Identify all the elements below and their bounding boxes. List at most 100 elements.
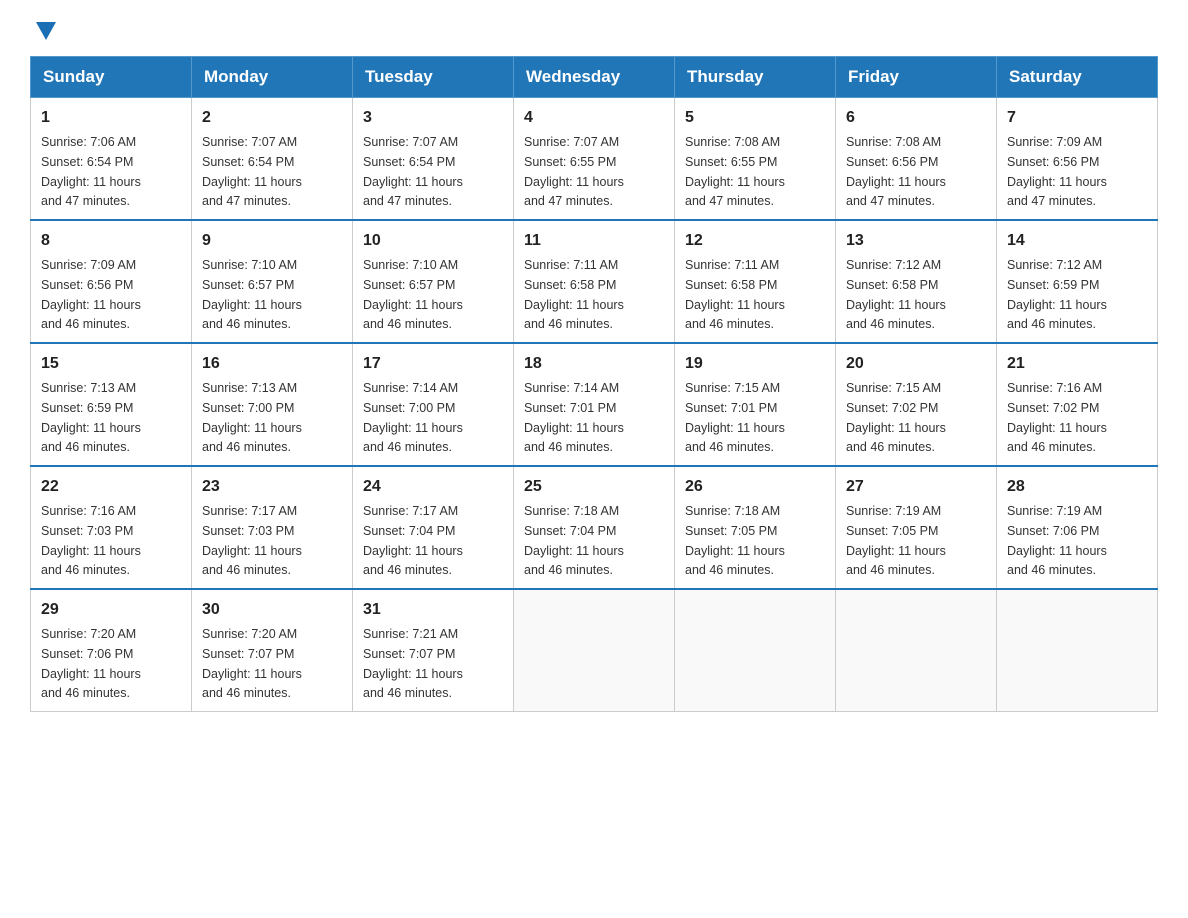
day-number: 17 (363, 352, 503, 376)
day-number: 9 (202, 229, 342, 253)
day-number: 13 (846, 229, 986, 253)
day-info: Sunrise: 7:14 AMSunset: 7:00 PMDaylight:… (363, 381, 463, 454)
calendar-cell: 14 Sunrise: 7:12 AMSunset: 6:59 PMDaylig… (997, 220, 1158, 343)
week-row-3: 15 Sunrise: 7:13 AMSunset: 6:59 PMDaylig… (31, 343, 1158, 466)
calendar-cell (997, 589, 1158, 712)
day-number: 24 (363, 475, 503, 499)
day-number: 15 (41, 352, 181, 376)
calendar-cell: 23 Sunrise: 7:17 AMSunset: 7:03 PMDaylig… (192, 466, 353, 589)
logo-triangle-icon (36, 22, 56, 40)
day-info: Sunrise: 7:12 AMSunset: 6:58 PMDaylight:… (846, 258, 946, 331)
logo (30, 20, 56, 36)
day-number: 5 (685, 106, 825, 130)
col-header-thursday: Thursday (675, 57, 836, 98)
day-number: 3 (363, 106, 503, 130)
day-info: Sunrise: 7:09 AMSunset: 6:56 PMDaylight:… (41, 258, 141, 331)
day-info: Sunrise: 7:19 AMSunset: 7:05 PMDaylight:… (846, 504, 946, 577)
day-number: 16 (202, 352, 342, 376)
col-header-friday: Friday (836, 57, 997, 98)
calendar-cell (836, 589, 997, 712)
day-info: Sunrise: 7:17 AMSunset: 7:04 PMDaylight:… (363, 504, 463, 577)
day-number: 28 (1007, 475, 1147, 499)
day-number: 26 (685, 475, 825, 499)
calendar-cell: 3 Sunrise: 7:07 AMSunset: 6:54 PMDayligh… (353, 98, 514, 221)
calendar-cell: 10 Sunrise: 7:10 AMSunset: 6:57 PMDaylig… (353, 220, 514, 343)
day-info: Sunrise: 7:15 AMSunset: 7:01 PMDaylight:… (685, 381, 785, 454)
day-number: 18 (524, 352, 664, 376)
calendar-cell (514, 589, 675, 712)
calendar-cell: 16 Sunrise: 7:13 AMSunset: 7:00 PMDaylig… (192, 343, 353, 466)
day-info: Sunrise: 7:07 AMSunset: 6:54 PMDaylight:… (363, 135, 463, 208)
day-number: 11 (524, 229, 664, 253)
day-info: Sunrise: 7:18 AMSunset: 7:05 PMDaylight:… (685, 504, 785, 577)
day-info: Sunrise: 7:12 AMSunset: 6:59 PMDaylight:… (1007, 258, 1107, 331)
calendar-cell: 4 Sunrise: 7:07 AMSunset: 6:55 PMDayligh… (514, 98, 675, 221)
calendar-cell: 6 Sunrise: 7:08 AMSunset: 6:56 PMDayligh… (836, 98, 997, 221)
day-info: Sunrise: 7:08 AMSunset: 6:55 PMDaylight:… (685, 135, 785, 208)
calendar-cell: 22 Sunrise: 7:16 AMSunset: 7:03 PMDaylig… (31, 466, 192, 589)
week-row-2: 8 Sunrise: 7:09 AMSunset: 6:56 PMDayligh… (31, 220, 1158, 343)
calendar-cell: 18 Sunrise: 7:14 AMSunset: 7:01 PMDaylig… (514, 343, 675, 466)
day-info: Sunrise: 7:14 AMSunset: 7:01 PMDaylight:… (524, 381, 624, 454)
day-number: 10 (363, 229, 503, 253)
calendar-cell: 21 Sunrise: 7:16 AMSunset: 7:02 PMDaylig… (997, 343, 1158, 466)
calendar-cell: 19 Sunrise: 7:15 AMSunset: 7:01 PMDaylig… (675, 343, 836, 466)
day-info: Sunrise: 7:13 AMSunset: 7:00 PMDaylight:… (202, 381, 302, 454)
calendar-cell: 12 Sunrise: 7:11 AMSunset: 6:58 PMDaylig… (675, 220, 836, 343)
day-info: Sunrise: 7:20 AMSunset: 7:06 PMDaylight:… (41, 627, 141, 700)
day-number: 1 (41, 106, 181, 130)
day-info: Sunrise: 7:20 AMSunset: 7:07 PMDaylight:… (202, 627, 302, 700)
day-info: Sunrise: 7:11 AMSunset: 6:58 PMDaylight:… (524, 258, 624, 331)
day-number: 4 (524, 106, 664, 130)
calendar-cell: 27 Sunrise: 7:19 AMSunset: 7:05 PMDaylig… (836, 466, 997, 589)
day-number: 6 (846, 106, 986, 130)
day-info: Sunrise: 7:11 AMSunset: 6:58 PMDaylight:… (685, 258, 785, 331)
day-number: 30 (202, 598, 342, 622)
col-header-sunday: Sunday (31, 57, 192, 98)
day-info: Sunrise: 7:10 AMSunset: 6:57 PMDaylight:… (202, 258, 302, 331)
calendar-cell: 8 Sunrise: 7:09 AMSunset: 6:56 PMDayligh… (31, 220, 192, 343)
day-info: Sunrise: 7:21 AMSunset: 7:07 PMDaylight:… (363, 627, 463, 700)
day-number: 25 (524, 475, 664, 499)
day-info: Sunrise: 7:07 AMSunset: 6:55 PMDaylight:… (524, 135, 624, 208)
day-number: 7 (1007, 106, 1147, 130)
calendar-cell: 20 Sunrise: 7:15 AMSunset: 7:02 PMDaylig… (836, 343, 997, 466)
day-info: Sunrise: 7:16 AMSunset: 7:02 PMDaylight:… (1007, 381, 1107, 454)
col-header-monday: Monday (192, 57, 353, 98)
calendar-cell: 11 Sunrise: 7:11 AMSunset: 6:58 PMDaylig… (514, 220, 675, 343)
day-info: Sunrise: 7:09 AMSunset: 6:56 PMDaylight:… (1007, 135, 1107, 208)
day-number: 2 (202, 106, 342, 130)
calendar-cell: 1 Sunrise: 7:06 AMSunset: 6:54 PMDayligh… (31, 98, 192, 221)
day-info: Sunrise: 7:17 AMSunset: 7:03 PMDaylight:… (202, 504, 302, 577)
calendar-cell: 7 Sunrise: 7:09 AMSunset: 6:56 PMDayligh… (997, 98, 1158, 221)
day-number: 20 (846, 352, 986, 376)
day-info: Sunrise: 7:15 AMSunset: 7:02 PMDaylight:… (846, 381, 946, 454)
calendar-cell: 5 Sunrise: 7:08 AMSunset: 6:55 PMDayligh… (675, 98, 836, 221)
calendar-cell: 24 Sunrise: 7:17 AMSunset: 7:04 PMDaylig… (353, 466, 514, 589)
calendar-cell: 15 Sunrise: 7:13 AMSunset: 6:59 PMDaylig… (31, 343, 192, 466)
page-header (30, 20, 1158, 36)
calendar-cell: 29 Sunrise: 7:20 AMSunset: 7:06 PMDaylig… (31, 589, 192, 712)
day-info: Sunrise: 7:18 AMSunset: 7:04 PMDaylight:… (524, 504, 624, 577)
week-row-5: 29 Sunrise: 7:20 AMSunset: 7:06 PMDaylig… (31, 589, 1158, 712)
day-number: 19 (685, 352, 825, 376)
calendar-cell: 2 Sunrise: 7:07 AMSunset: 6:54 PMDayligh… (192, 98, 353, 221)
header-row: SundayMondayTuesdayWednesdayThursdayFrid… (31, 57, 1158, 98)
calendar-cell: 30 Sunrise: 7:20 AMSunset: 7:07 PMDaylig… (192, 589, 353, 712)
day-number: 8 (41, 229, 181, 253)
day-number: 14 (1007, 229, 1147, 253)
calendar-cell: 31 Sunrise: 7:21 AMSunset: 7:07 PMDaylig… (353, 589, 514, 712)
day-number: 23 (202, 475, 342, 499)
day-info: Sunrise: 7:08 AMSunset: 6:56 PMDaylight:… (846, 135, 946, 208)
calendar-cell (675, 589, 836, 712)
col-header-saturday: Saturday (997, 57, 1158, 98)
day-number: 22 (41, 475, 181, 499)
day-number: 31 (363, 598, 503, 622)
calendar-cell: 17 Sunrise: 7:14 AMSunset: 7:00 PMDaylig… (353, 343, 514, 466)
week-row-1: 1 Sunrise: 7:06 AMSunset: 6:54 PMDayligh… (31, 98, 1158, 221)
calendar-cell: 28 Sunrise: 7:19 AMSunset: 7:06 PMDaylig… (997, 466, 1158, 589)
week-row-4: 22 Sunrise: 7:16 AMSunset: 7:03 PMDaylig… (31, 466, 1158, 589)
calendar-cell: 26 Sunrise: 7:18 AMSunset: 7:05 PMDaylig… (675, 466, 836, 589)
day-info: Sunrise: 7:19 AMSunset: 7:06 PMDaylight:… (1007, 504, 1107, 577)
col-header-wednesday: Wednesday (514, 57, 675, 98)
